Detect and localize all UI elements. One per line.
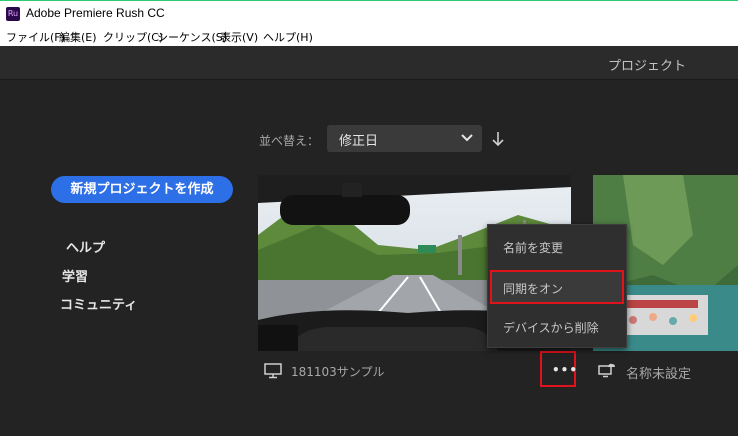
menu-item-sync-on[interactable]: 同期をオン (490, 270, 624, 304)
sidebar-item-community[interactable]: コミュニティ (60, 294, 137, 313)
project-name-2: 名称未設定 (626, 367, 692, 382)
more-options-button[interactable]: ••• (540, 351, 579, 387)
header-title-projects[interactable]: プロジェクト (608, 55, 686, 74)
sort-dropdown[interactable]: 修正日 (327, 125, 482, 152)
menu-bar: ファイル(F) 編集(E) クリップ(C) シーケンス(S) 表示(V) ヘルプ… (0, 26, 738, 46)
menu-file[interactable]: ファイル(F) (6, 29, 65, 45)
context-menu: 名前を変更 同期をオン デバイスから削除 (487, 224, 627, 348)
menu-sequence[interactable]: シーケンス(S) (157, 29, 227, 45)
sort-dropdown-value: 修正日 (339, 134, 379, 149)
menu-item-remove-from-device[interactable]: デバイスから削除 (488, 311, 626, 341)
sidebar-item-learn[interactable]: 学習 (62, 266, 88, 285)
sort-label: 並べ替え： (259, 134, 320, 148)
menu-item-rename[interactable]: 名前を変更 (488, 231, 626, 261)
menu-edit[interactable]: 編集(E) (59, 29, 97, 45)
chevron-down-icon (461, 134, 473, 142)
project-name-1: 181103サンプル (291, 365, 385, 379)
cloud-sync-icon (598, 363, 615, 378)
more-dots-icon: ••• (552, 363, 579, 377)
monitor-icon (264, 363, 282, 379)
menu-clip[interactable]: クリップ(C) (103, 29, 163, 45)
arrow-down-icon[interactable] (490, 130, 506, 148)
menu-view[interactable]: 表示(V) (220, 29, 258, 45)
window-title: Adobe Premiere Rush CC (26, 6, 165, 20)
new-project-button[interactable]: 新規プロジェクトを作成 (51, 176, 233, 203)
app-header: プロジェクト (0, 46, 738, 80)
menu-help[interactable]: ヘルプ(H) (263, 29, 313, 45)
title-bar: Ru Adobe Premiere Rush CC (0, 0, 738, 26)
premiere-rush-app-icon: Ru (6, 7, 20, 21)
sidebar-item-help[interactable]: ヘルプ (66, 237, 105, 256)
